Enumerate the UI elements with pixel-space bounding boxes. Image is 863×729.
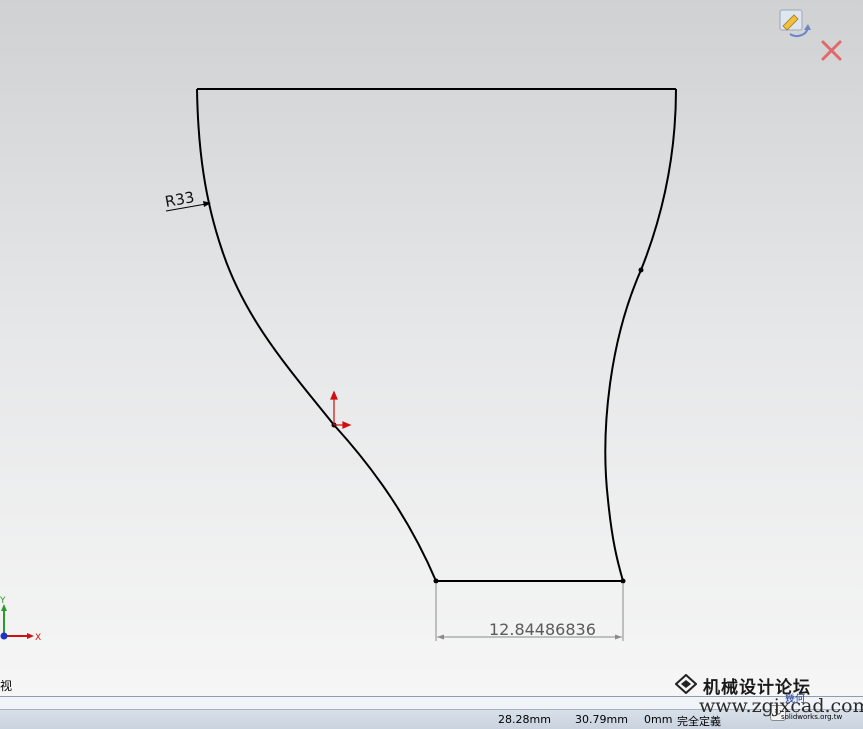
cursor-x-coordinate: 28.28mm <box>498 713 551 726</box>
triad-x-label: X <box>35 633 41 643</box>
linear-dimension-text[interactable]: 12.84486836 <box>489 620 596 639</box>
view-orientation-label: 视 <box>0 679 13 693</box>
right-spline[interactable] <box>604 88 677 582</box>
sketch-confirm-icon[interactable] <box>779 9 811 37</box>
site-watermark: 机械设计论坛 幾何 www.zgjxcad.com solidworks.org… <box>673 672 863 728</box>
cursor-z-coordinate: 0mm <box>644 713 673 726</box>
watermark-small-text: solidworks.org.tw <box>781 713 843 721</box>
close-icon[interactable] <box>821 40 842 61</box>
cursor-y-coordinate: 30.79mm <box>575 713 628 726</box>
radius-dimension[interactable]: R33 <box>164 188 211 212</box>
left-arc-lower[interactable] <box>333 424 437 582</box>
sketch-point[interactable] <box>638 267 644 273</box>
radius-dimension-text[interactable]: R33 <box>164 188 196 211</box>
sketch-origin <box>330 390 352 429</box>
sketch-point[interactable] <box>620 578 626 584</box>
graphics-viewport[interactable]: R33 12.84486836 Y X <box>0 0 863 728</box>
sketch-profile[interactable] <box>196 88 677 582</box>
left-arc-upper[interactable] <box>196 88 335 426</box>
watermark-logo-icon <box>675 674 697 694</box>
triad-y-label: Y <box>0 596 6 606</box>
coordinate-triad: Y X <box>0 596 41 643</box>
sketch-point[interactable] <box>433 578 439 584</box>
